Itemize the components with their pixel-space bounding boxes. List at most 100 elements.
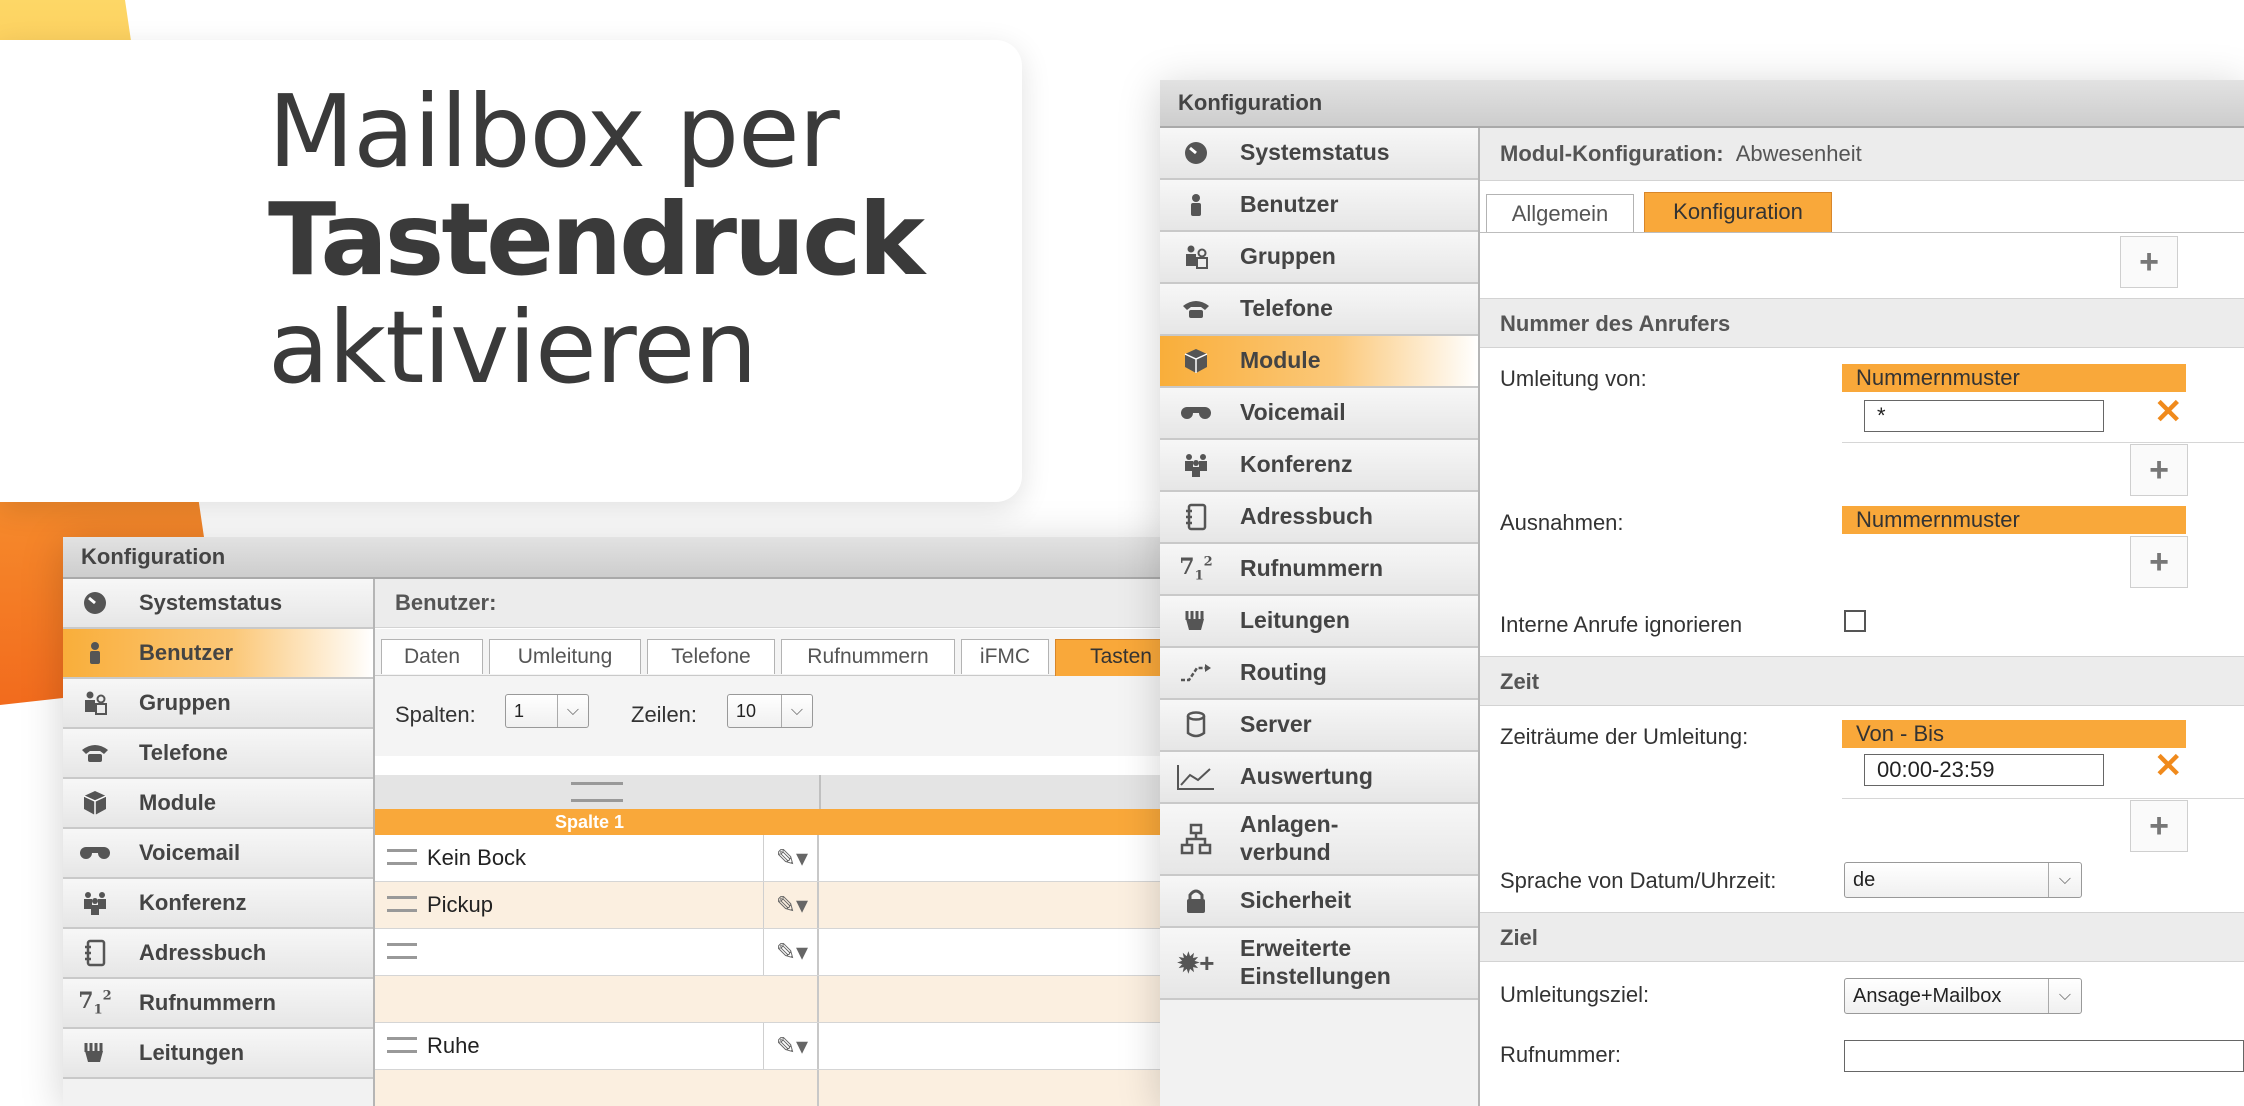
zeitraum-input[interactable]: 00:00-23:59	[1864, 754, 2104, 786]
add-button[interactable]: +	[2120, 236, 2178, 288]
edit-icon[interactable]: ✎▾	[763, 1023, 820, 1069]
drag-handle-icon[interactable]	[387, 849, 417, 865]
sidebar-item-gruppen[interactable]: Gruppen	[63, 679, 373, 729]
table-row[interactable]	[375, 976, 1183, 1023]
sidebar-item-adressbuch[interactable]: Adressbuch	[1160, 492, 1478, 544]
sidebar-item-voicemail[interactable]: Voicemail	[63, 829, 373, 879]
sidebar-item-routing[interactable]: Routing	[1160, 648, 1478, 700]
spalten-select[interactable]: 1 ⌵	[505, 694, 589, 728]
table-row[interactable]: ✎▾	[375, 929, 1183, 976]
sidebar-item-adressbuch[interactable]: Adressbuch	[63, 929, 373, 979]
sidebar-item-server[interactable]: Server	[1160, 700, 1478, 752]
key-label: Pickup	[427, 892, 494, 917]
sidebar-item-erweiterte-einstellungen[interactable]: ✹+ Erweiterte Einstellungen	[1160, 928, 1478, 1000]
sidebar-item-label: Module	[139, 789, 216, 815]
empty-cell	[821, 835, 1183, 881]
user-icon	[73, 640, 117, 666]
tab-konfiguration[interactable]: Konfiguration	[1644, 192, 1832, 233]
edit-icon[interactable]: ✎▾	[763, 835, 820, 881]
section-caller: Nummer des Anrufers	[1480, 298, 2244, 348]
drag-handle-icon[interactable]	[387, 1037, 417, 1053]
remove-icon[interactable]: ✕	[2154, 746, 2183, 786]
headline-line-1: Mailbox per	[268, 73, 840, 190]
sidebar-item-telefone[interactable]: Telefone	[63, 729, 373, 779]
key-table: Spalte 1 Kein Bock ✎▾ Pickup ✎▾ ✎▾ Ruhe ✎▾	[375, 775, 1183, 1106]
table-row[interactable]: Kein Bock ✎▾	[375, 835, 1183, 882]
lock-icon	[1170, 887, 1222, 915]
sidebar-item-leitungen[interactable]: Leitungen	[1160, 596, 1478, 648]
interne-anrufe-checkbox[interactable]	[1844, 610, 1866, 632]
column-drag-header[interactable]	[375, 775, 821, 809]
sidebar-item-benutzer[interactable]: Benutzer	[63, 629, 373, 679]
empty-cell	[821, 929, 1183, 975]
sidebar-item-module[interactable]: Module	[1160, 336, 1478, 388]
sidebar-item-telefone[interactable]: Telefone	[1160, 284, 1478, 336]
key-cell	[375, 976, 819, 1022]
sidebar-item-anlagen-verbund[interactable]: Anlagen- verbund	[1160, 804, 1478, 876]
sidebar-item-benutzer[interactable]: Benutzer	[1160, 180, 1478, 232]
sidebar-item-voicemail[interactable]: Voicemail	[1160, 388, 1478, 440]
page-title: Benutzer:	[375, 579, 1183, 628]
table-row[interactable]: Ruhe ✎▾	[375, 1023, 1183, 1070]
nummernmuster-header: Nummernmuster	[1842, 364, 2186, 392]
sidebar-item-label: Leitungen	[139, 1039, 245, 1065]
sprache-value: de	[1853, 869, 1876, 891]
key-cell: Ruhe ✎▾	[375, 1023, 819, 1069]
sidebar-item-label: Sicherheit	[1240, 887, 1352, 914]
conference-icon	[1170, 452, 1222, 478]
tab-ifmc[interactable]: iFMC	[961, 639, 1049, 674]
sidebar-item-auswertung[interactable]: Auswertung	[1160, 752, 1478, 804]
remove-icon[interactable]: ✕	[2154, 392, 2183, 432]
numbers-icon: 712	[78, 988, 112, 1018]
key-cell: Pickup ✎▾	[375, 882, 819, 928]
sidebar-item-systemstatus[interactable]: Systemstatus	[63, 579, 373, 629]
add-timerange-button[interactable]: +	[2130, 800, 2188, 852]
module-config-value: Abwesenheit	[1735, 141, 1862, 166]
key-cell: Kein Bock ✎▾	[375, 835, 819, 881]
drag-handle-icon[interactable]	[387, 943, 417, 959]
edit-icon[interactable]: ✎▾	[763, 882, 820, 928]
sidebar-item-gruppen[interactable]: Gruppen	[1160, 232, 1478, 284]
add-exception-button[interactable]: +	[2130, 536, 2188, 588]
sidebar-item-rufnummern[interactable]: 712 Rufnummern	[1160, 544, 1478, 596]
ausnahmen-header: Nummernmuster	[1842, 506, 2186, 534]
sidebar-item-rufnummern[interactable]: 712 Rufnummern	[63, 979, 373, 1029]
tab-allgemein[interactable]: Allgemein	[1486, 194, 1634, 233]
tab-telefone[interactable]: Telefone	[647, 639, 775, 674]
table-row[interactable]: Pickup ✎▾	[375, 882, 1183, 929]
zeitraeume-label: Zeiträume der Umleitung:	[1500, 724, 1749, 749]
sidebar-item-label: Voicemail	[1240, 399, 1346, 426]
spalten-label: Spalten:	[395, 702, 476, 727]
chart-icon	[1170, 763, 1222, 791]
window-title: Konfiguration	[1160, 80, 2244, 128]
sidebar-item-label: Rufnummern	[1240, 555, 1384, 582]
headline: Mailbox per Tastendruck aktivieren	[268, 73, 925, 402]
sidebar-item-konferenz[interactable]: Konferenz	[63, 879, 373, 929]
add-pattern-button[interactable]: +	[2130, 444, 2188, 496]
sidebar-item-label: Leitungen	[1240, 607, 1350, 634]
zeilen-select[interactable]: 10 ⌵	[727, 694, 813, 728]
umleitungsziel-select[interactable]: Ansage+Mailbox ⌵	[1844, 978, 2082, 1014]
sidebar-item-module[interactable]: Module	[63, 779, 373, 829]
table-row[interactable]	[375, 1070, 1183, 1106]
sprache-select[interactable]: de ⌵	[1844, 862, 2082, 898]
lines-icon	[73, 1040, 117, 1066]
umleitung-von-input[interactable]: *	[1864, 400, 2104, 432]
conference-icon	[73, 890, 117, 916]
tab-rufnummern[interactable]: Rufnummern	[781, 639, 955, 674]
tab-daten[interactable]: Daten	[381, 639, 483, 674]
key-label: Kein Bock	[427, 845, 527, 870]
sidebar-item-systemstatus[interactable]: Systemstatus	[1160, 128, 1478, 180]
drag-handle-icon[interactable]	[387, 896, 417, 912]
sidebar-item-sicherheit[interactable]: Sicherheit	[1160, 876, 1478, 928]
rufnummer-input[interactable]	[1844, 1040, 2244, 1072]
sidebar-item-leitungen[interactable]: Leitungen	[63, 1029, 373, 1079]
user-icon	[1170, 192, 1222, 218]
edit-icon[interactable]: ✎▾	[763, 929, 820, 975]
umleitung-von-label: Umleitung von:	[1500, 366, 1647, 391]
sidebar-item-konferenz[interactable]: Konferenz	[1160, 440, 1478, 492]
voicemail-icon	[1170, 405, 1222, 421]
module-config-label: Modul-Konfiguration:	[1500, 141, 1724, 166]
tab-umleitung[interactable]: Umleitung	[489, 639, 641, 674]
sidebar: Systemstatus Benutzer Gruppen Telefone Modul…	[63, 579, 375, 1106]
